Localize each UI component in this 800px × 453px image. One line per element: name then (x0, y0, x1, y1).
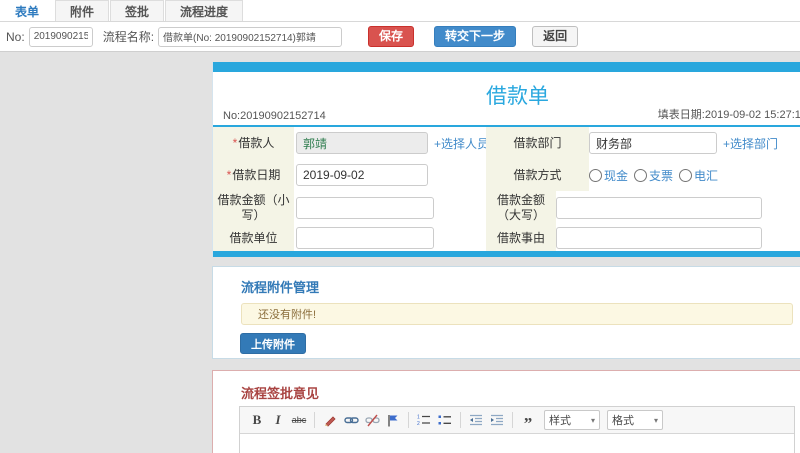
amount-lower-label: 借款金额（小写） (213, 191, 294, 225)
tab-progress[interactable]: 流程进度 (165, 0, 244, 21)
panel-bottom-bar (213, 251, 800, 257)
no-input[interactable] (28, 26, 93, 47)
reason-input[interactable] (556, 227, 762, 249)
format-dropdown[interactable]: 格式 ▾ (607, 410, 663, 430)
toolbar-separator (408, 412, 409, 428)
borrower-input[interactable] (296, 132, 428, 154)
italic-button[interactable]: I (269, 411, 287, 429)
department-input[interactable] (589, 132, 717, 154)
forward-next-step-button[interactable]: 转交下一步 (434, 26, 517, 47)
radio-check[interactable]: 支票 (634, 167, 673, 184)
loan-date-label: *借款日期 (213, 159, 294, 191)
strikethrough-button[interactable]: abc (290, 411, 308, 429)
upload-attachment-button[interactable]: 上传附件 (240, 333, 306, 354)
amount-lower-input[interactable] (296, 197, 434, 219)
anchor-flag-icon[interactable] (384, 411, 402, 429)
blockquote-button[interactable]: ” (519, 411, 537, 432)
svg-text:2: 2 (417, 421, 420, 426)
select-person-link[interactable]: +选择人员 (434, 135, 489, 152)
link-icon[interactable] (342, 411, 360, 429)
tab-bar: 表单 附件 签批 流程进度 (0, 0, 800, 22)
form-row-date-method: *借款日期 借款方式 现金 支票 电汇 (213, 159, 800, 191)
bold-button[interactable]: B (248, 411, 266, 429)
toolbar-separator (512, 412, 513, 428)
unit-label: 借款单位 (213, 225, 294, 251)
approval-heading: 流程签批意见 (241, 386, 320, 401)
chevron-down-icon: ▾ (590, 415, 595, 425)
indent-icon[interactable] (488, 411, 506, 429)
panel-top-bar (213, 62, 800, 72)
editor-toolbar: B I abc 12 ” 样式 ▾ 格式 ▾ (240, 407, 794, 434)
form-title: 借款单 (486, 85, 549, 108)
flow-name-input[interactable] (158, 26, 343, 47)
bulleted-list-icon[interactable] (436, 411, 454, 429)
save-button[interactable]: 保存 (368, 26, 415, 47)
radio-wire[interactable]: 电汇 (679, 167, 718, 184)
editor-content[interactable] (240, 434, 794, 453)
radio-wire-input[interactable] (679, 168, 693, 182)
toolbar-separator (460, 412, 461, 428)
form-row-unit-reason: 借款单位 借款事由 (213, 225, 800, 251)
amount-upper-input[interactable] (556, 197, 762, 219)
tab-form[interactable]: 表单 (0, 0, 55, 21)
attachments-panel: 流程附件管理 还没有附件! 上传附件 (212, 266, 800, 359)
approval-panel: 流程签批意见 B I abc 12 ” 样式 ▾ 格式 ▾ (212, 370, 800, 453)
tab-sign[interactable]: 签批 (110, 0, 165, 21)
no-label: No: (6, 29, 25, 44)
radio-cash-input[interactable] (589, 168, 602, 182)
amount-upper-label: 借款金额（大写） (486, 191, 556, 225)
no-attachments-alert: 还没有附件! (241, 303, 793, 325)
form-row-borrower: *借款人 +选择人员 借款部门 +选择部门 (213, 127, 800, 159)
loan-method-radios: 现金 支票 电汇 (589, 167, 718, 184)
numbered-list-icon[interactable]: 12 (415, 411, 433, 429)
loan-form-panel: 借款单 No:20190902152714 填表日期:2019-09-02 15… (212, 62, 800, 257)
attachments-heading: 流程附件管理 (241, 280, 320, 295)
select-department-link[interactable]: +选择部门 (723, 135, 778, 152)
toolbar-separator (314, 412, 315, 428)
form-fill-date: 填表日期:2019-09-02 15:27:14 (657, 109, 800, 121)
loan-date-input[interactable] (296, 164, 428, 186)
reason-label: 借款事由 (486, 225, 556, 251)
unit-input[interactable] (296, 227, 434, 249)
tab-attachments[interactable]: 附件 (55, 0, 110, 21)
radio-check-input[interactable] (634, 168, 648, 182)
command-bar: No: 流程名称: 保存 转交下一步 返回 (0, 22, 800, 52)
svg-text:1: 1 (417, 415, 420, 421)
remove-format-icon[interactable] (321, 411, 339, 429)
department-label: 借款部门 (486, 127, 589, 159)
outdent-icon[interactable] (467, 411, 485, 429)
chevron-down-icon: ▾ (653, 415, 658, 425)
flow-name-label: 流程名称: (102, 30, 155, 44)
unlink-icon[interactable] (363, 411, 381, 429)
back-button[interactable]: 返回 (532, 26, 579, 47)
borrower-label: *借款人 (213, 127, 294, 159)
rich-text-editor: B I abc 12 ” 样式 ▾ 格式 ▾ (239, 406, 795, 453)
form-row-amounts: 借款金额（小写） 借款金额（大写） (213, 191, 800, 225)
styles-dropdown[interactable]: 样式 ▾ (544, 410, 600, 430)
loan-method-label: 借款方式 (486, 159, 589, 191)
radio-cash[interactable]: 现金 (589, 167, 628, 184)
form-number: No:20190902152714 (223, 110, 326, 122)
